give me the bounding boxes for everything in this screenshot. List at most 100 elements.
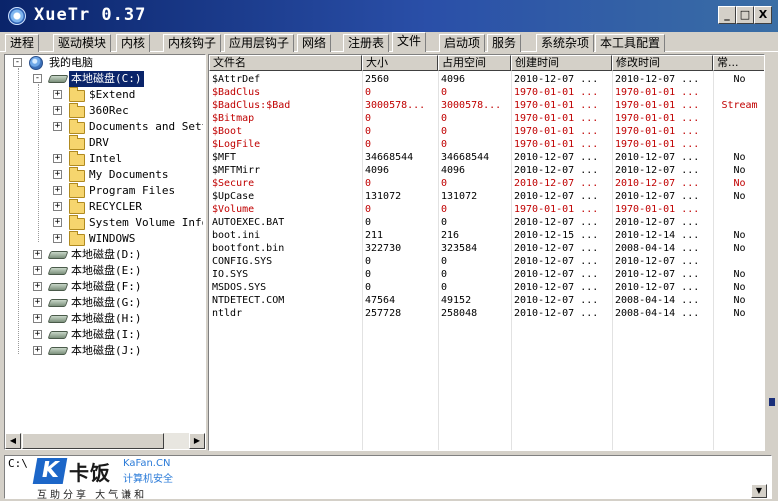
table-row[interactable]: IO.SYS 0 0 2010-12-07 ... 2010-12-07 ... No xyxy=(209,268,764,281)
expand-toggle[interactable]: + xyxy=(53,186,62,195)
tree-item-drive-c[interactable]: - 本地磁盘(C:) xyxy=(9,71,199,87)
tab-kernel[interactable]: 内核 xyxy=(116,34,151,52)
tab-driver-modules[interactable]: 驱动模块 xyxy=(53,34,112,52)
tree-item-folder[interactable]: + My Documents xyxy=(9,167,203,183)
table-row[interactable]: ntldr 257728 258048 2010-12-07 ... 2008-04-1… xyxy=(209,307,764,320)
cell-modified: 2010-12-07 ... xyxy=(615,165,700,176)
expand-toggle[interactable]: + xyxy=(53,202,62,211)
minimize-button[interactable]: _ xyxy=(718,6,736,24)
path-field[interactable]: C:\ K 卡饭 KaFan.CN 计算机安全 互助分享 大气谦和 ▼ xyxy=(4,455,772,501)
table-row[interactable]: $BadClus 0 0 1970-01-01 ... 1970-01-01 ... xyxy=(209,86,764,99)
expand-toggle[interactable]: + xyxy=(33,250,42,259)
table-row[interactable]: NTDETECT.COM 47564 49152 2010-12-07 ... 2008… xyxy=(209,294,764,307)
expand-toggle[interactable]: + xyxy=(53,122,62,131)
tree-item-my-computer[interactable]: - 我的电脑 xyxy=(9,55,199,71)
table-row[interactable]: boot.ini 211 216 2010-12-15 ... 2010-12-14 .… xyxy=(209,229,764,242)
table-row[interactable]: CONFIG.SYS 0 0 2010-12-07 ... 2010-12-07 ... xyxy=(209,255,764,268)
expand-toggle[interactable]: + xyxy=(53,218,62,227)
collapse-toggle[interactable]: - xyxy=(33,74,42,83)
cell-filename: $BadClus xyxy=(212,87,261,98)
column-header-filename[interactable]: 文件名 xyxy=(209,55,362,71)
table-row[interactable]: $Boot 0 0 1970-01-01 ... 1970-01-01 ... xyxy=(209,125,764,138)
scroll-right-arrow-icon[interactable]: ▶ xyxy=(189,433,205,449)
tree-horizontal-scrollbar[interactable]: ◀ ▶ xyxy=(5,433,205,449)
expand-toggle[interactable]: + xyxy=(53,234,62,243)
table-row[interactable]: $LogFile 0 0 1970-01-01 ... 1970-01-01 ... xyxy=(209,138,764,151)
expand-toggle[interactable]: + xyxy=(53,90,62,99)
tree-item-folder[interactable]: + System Volume Inform xyxy=(9,215,203,231)
tab-kernel-hooks[interactable]: 内核钩子 xyxy=(163,34,222,52)
tab-processes[interactable]: 进程 xyxy=(5,34,40,52)
tree-item-folder[interactable]: + WINDOWS xyxy=(9,231,203,247)
cell-modified: 2010-12-07 ... xyxy=(615,282,700,293)
tree-item-drive[interactable]: + 本地磁盘(I:) xyxy=(9,327,199,343)
tree-item-folder[interactable]: + Documents and Setti xyxy=(9,119,203,135)
tree-item-drive[interactable]: + 本地磁盘(H:) xyxy=(9,311,199,327)
expand-toggle[interactable]: + xyxy=(53,154,62,163)
cell-filename: IO.SYS xyxy=(212,269,249,280)
expand-toggle[interactable]: + xyxy=(53,170,62,179)
expand-toggle[interactable]: + xyxy=(33,330,42,339)
tree-item-drive[interactable]: + 本地磁盘(F:) xyxy=(9,279,199,295)
cell-modified: 1970-01-01 ... xyxy=(615,113,700,124)
tab-app-hooks[interactable]: 应用层钩子 xyxy=(224,34,295,52)
scroll-left-arrow-icon[interactable]: ◀ xyxy=(5,433,21,449)
cell-allocated: 34668544 xyxy=(441,152,490,163)
expand-toggle[interactable]: + xyxy=(33,346,42,355)
table-row[interactable]: $BadClus:$Bad 3000578... 3000578... 1970-01… xyxy=(209,99,764,112)
tree-item-folder[interactable]: + Intel xyxy=(9,151,203,167)
table-row[interactable]: bootfont.bin 322730 323584 2010-12-07 ... 20… xyxy=(209,242,764,255)
tree-item-folder[interactable]: + Program Files xyxy=(9,183,203,199)
table-row[interactable]: MSDOS.SYS 0 0 2010-12-07 ... 2010-12-07 ... N… xyxy=(209,281,764,294)
cell-created: 1970-01-01 ... xyxy=(514,100,599,111)
table-row[interactable]: $Bitmap 0 0 1970-01-01 ... 1970-01-01 ... xyxy=(209,112,764,125)
table-row[interactable]: $Volume 0 0 1970-01-01 ... 1970-01-01 ... xyxy=(209,203,764,216)
expand-toggle[interactable]: + xyxy=(53,106,62,115)
watermark-brand: 卡饭 xyxy=(69,461,111,485)
file-list-table[interactable]: 文件名 大小 占用空间 创建时间 修改时间 常... $AttrDef 2560 4… xyxy=(208,54,765,451)
table-row[interactable]: $MFTMirr 4096 4096 2010-12-07 ... 2010-12-07… xyxy=(209,164,764,177)
tab-tool-config[interactable]: 本工具配置 xyxy=(595,34,666,52)
table-row[interactable]: $UpCase 131072 131072 2010-12-07 ... 2010-12… xyxy=(209,190,764,203)
table-row[interactable]: $MFT 34668544 34668544 2010-12-07 ... 2010-1… xyxy=(209,151,764,164)
column-header-allocated[interactable]: 占用空间 xyxy=(438,55,511,71)
table-row[interactable]: AUTOEXEC.BAT 0 0 2010-12-07 ... 2010-12-07 .… xyxy=(209,216,764,229)
folder-tree[interactable]: - 我的电脑 - 本地磁盘(C:) + $Extend + 360Rec + D… xyxy=(4,54,206,450)
tab-system-misc[interactable]: 系统杂项 xyxy=(536,34,595,52)
tree-item-label: 本地磁盘(C:) xyxy=(69,71,144,87)
cell-attrib xyxy=(713,203,764,216)
tree-item-label: DRV xyxy=(89,136,109,149)
tree-item-drive[interactable]: + 本地磁盘(D:) xyxy=(9,247,199,263)
tree-item-folder[interactable]: + 360Rec xyxy=(9,103,203,119)
tab-services[interactable]: 服务 xyxy=(487,34,522,52)
tab-startup[interactable]: 启动项 xyxy=(439,34,486,52)
expand-toggle[interactable]: + xyxy=(33,298,42,307)
tree-item-folder[interactable]: DRV xyxy=(9,135,203,151)
maximize-button[interactable]: □ xyxy=(736,6,754,24)
close-button[interactable]: X xyxy=(754,6,772,24)
tree-item-drive[interactable]: + 本地磁盘(J:) xyxy=(9,343,199,359)
expand-toggle[interactable]: + xyxy=(33,314,42,323)
tree-item-drive[interactable]: + 本地磁盘(E:) xyxy=(9,263,199,279)
tree-item-folder[interactable]: + RECYCLER xyxy=(9,199,203,215)
tree-item-folder[interactable]: + $Extend xyxy=(9,87,203,103)
scrollbar-thumb[interactable] xyxy=(22,433,164,449)
tab-files[interactable]: 文件 xyxy=(392,32,427,52)
cell-created: 1970-01-01 ... xyxy=(514,139,599,150)
title-bar[interactable]: XueTr 0.37 _ □ X xyxy=(0,0,778,32)
cell-size: 322730 xyxy=(365,243,402,254)
column-header-created[interactable]: 创建时间 xyxy=(511,55,612,71)
table-header: 文件名 大小 占用空间 创建时间 修改时间 常... xyxy=(209,55,764,71)
table-row[interactable]: $AttrDef 2560 4096 2010-12-07 ... 2010-12-07… xyxy=(209,73,764,86)
expand-toggle[interactable]: + xyxy=(33,266,42,275)
tab-registry[interactable]: 注册表 xyxy=(343,34,390,52)
table-row[interactable]: $Secure 0 0 2010-12-07 ... 2010-12-07 ... No xyxy=(209,177,764,190)
expand-toggle[interactable]: + xyxy=(33,282,42,291)
column-header-size[interactable]: 大小 xyxy=(362,55,438,71)
dropdown-arrow-icon[interactable]: ▼ xyxy=(751,484,767,498)
tab-network[interactable]: 网络 xyxy=(297,34,332,52)
tree-item-drive[interactable]: + 本地磁盘(G:) xyxy=(9,295,199,311)
column-header-attrib[interactable]: 常... xyxy=(713,55,764,71)
collapse-toggle[interactable]: - xyxy=(13,58,22,67)
column-header-modified[interactable]: 修改时间 xyxy=(612,55,713,71)
